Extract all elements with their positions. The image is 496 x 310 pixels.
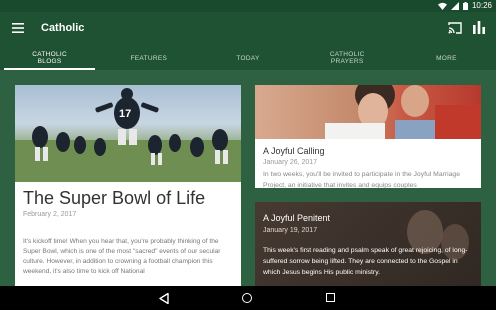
- blog-feed: 17 The Super Bowl of Life February 2, 20…: [0, 70, 496, 286]
- tab-label: MORE: [436, 54, 457, 62]
- jersey-number: 17: [119, 108, 131, 120]
- system-nav-bar: [0, 286, 496, 310]
- tab-label: CATHOLIC: [32, 51, 67, 58]
- tab-features[interactable]: FEATURES: [99, 46, 198, 70]
- status-time: 10:26: [471, 1, 492, 10]
- tab-bar: CATHOLIC BLOGS FEATURES TODAY CATHOLIC PRA…: [0, 46, 496, 70]
- wifi-icon: [437, 2, 447, 10]
- blog-date: February 2, 2017: [23, 211, 77, 218]
- blog-title: The Super Bowl of Life: [23, 188, 206, 208]
- home-icon[interactable]: [242, 293, 252, 303]
- blog-excerpt: This week's first reading and psalm spea…: [263, 247, 468, 276]
- blog-card-super-bowl[interactable]: 17 The Super Bowl of Life February 2, 20…: [15, 85, 241, 286]
- tab-today[interactable]: TODAY: [198, 46, 297, 70]
- blog-date: January 26, 2017: [263, 159, 318, 166]
- blog-excerpt: In two weeks, you'll be invited to parti…: [263, 171, 460, 188]
- app-title: Catholic: [41, 22, 85, 34]
- battery-icon: [462, 1, 468, 10]
- blog-card-joyful-penitent[interactable]: A Joyful Penitent January 19, 2017 This …: [255, 202, 481, 286]
- tab-label: TODAY: [236, 54, 260, 62]
- stats-icon[interactable]: [473, 21, 485, 34]
- tab-label: FEATURES: [130, 54, 168, 62]
- back-icon[interactable]: [159, 293, 169, 304]
- blog-date: January 19, 2017: [263, 227, 318, 234]
- blog-title: A Joyful Calling: [263, 146, 325, 156]
- recent-apps-icon[interactable]: [326, 293, 335, 302]
- tab-catholic-prayers[interactable]: CATHOLIC PRAYERS: [298, 46, 397, 70]
- tab-more[interactable]: MORE: [397, 46, 496, 70]
- blog-title: A Joyful Penitent: [263, 213, 331, 223]
- tab-label: BLOGS: [37, 58, 62, 65]
- signal-icon: [450, 1, 459, 10]
- blog-card-joyful-calling[interactable]: A Joyful Calling January 26, 2017 In two…: [255, 85, 481, 188]
- couple-image: [255, 85, 481, 139]
- blog-excerpt: It's kickoff time! When you hear that, y…: [23, 238, 221, 275]
- tab-label: PRAYERS: [330, 58, 364, 65]
- status-bar: 10:26: [0, 0, 496, 12]
- football-players-image: 17: [15, 85, 241, 182]
- tab-catholic-blogs[interactable]: CATHOLIC BLOGS: [0, 46, 99, 70]
- app-bar: Catholic: [0, 12, 496, 46]
- cast-icon[interactable]: [448, 22, 462, 34]
- tab-label: CATHOLIC: [329, 51, 365, 58]
- menu-icon[interactable]: [12, 23, 24, 33]
